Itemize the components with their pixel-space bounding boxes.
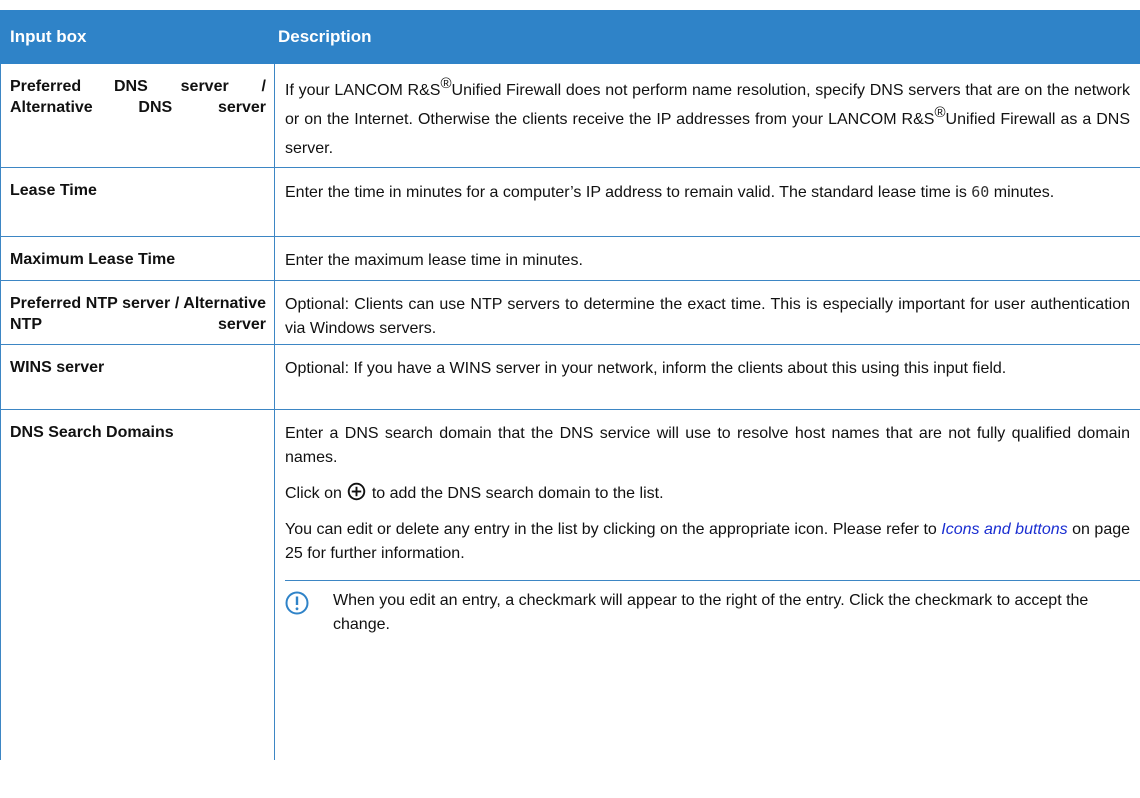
circle-plus-icon (348, 482, 366, 501)
registered-mark: ® (934, 104, 946, 121)
field-name: Maximum Lease Time (10, 251, 176, 268)
table-row: Lease Time Enter the time in minutes for… (0, 168, 1140, 237)
table-row: Maximum Lease Time Enter the maximum lea… (0, 237, 1140, 281)
icons-and-buttons-link[interactable]: Icons and buttons (941, 521, 1067, 538)
doc-table: Input box Description Preferred DNS serv… (0, 10, 1140, 760)
exclamation-circle-icon (285, 591, 309, 615)
registered-mark: ® (440, 75, 452, 92)
default-value: 60 (971, 183, 990, 201)
table-row: Preferred NTP server / Alternative NTP s… (0, 281, 1140, 345)
field-name: Preferred DNS server / Alternative DNS s… (10, 78, 266, 116)
field-name: WINS server (10, 359, 105, 376)
field-name: Lease Time (10, 182, 97, 199)
field-description: Enter the maximum lease time in minutes. (274, 237, 1140, 280)
note-text: When you edit an entry, a checkmark will… (333, 592, 1089, 633)
note-box: When you edit an entry, a checkmark will… (285, 580, 1140, 637)
field-description: Enter the time in minutes for a computer… (274, 168, 1140, 236)
field-name: DNS Search Domains (10, 424, 174, 441)
field-name: Preferred NTP server / Alternative NTP s… (10, 295, 266, 333)
table-row: Preferred DNS server / Alternative DNS s… (0, 64, 1140, 168)
table-row: DNS Search Domains Enter a DNS search do… (0, 410, 1140, 760)
field-description: Enter a DNS search domain that the DNS s… (274, 410, 1140, 760)
table-row: WINS server Optional: If you have a WINS… (0, 345, 1140, 410)
table-header: Input box Description (0, 10, 1140, 64)
header-input-box: Input box (10, 27, 87, 46)
field-description: If your LANCOM R&S®Unified Firewall does… (274, 64, 1140, 167)
field-description: Optional: If you have a WINS server in y… (274, 345, 1140, 409)
field-description: Optional: Clients can use NTP servers to… (274, 281, 1140, 344)
header-description: Description (278, 27, 372, 46)
